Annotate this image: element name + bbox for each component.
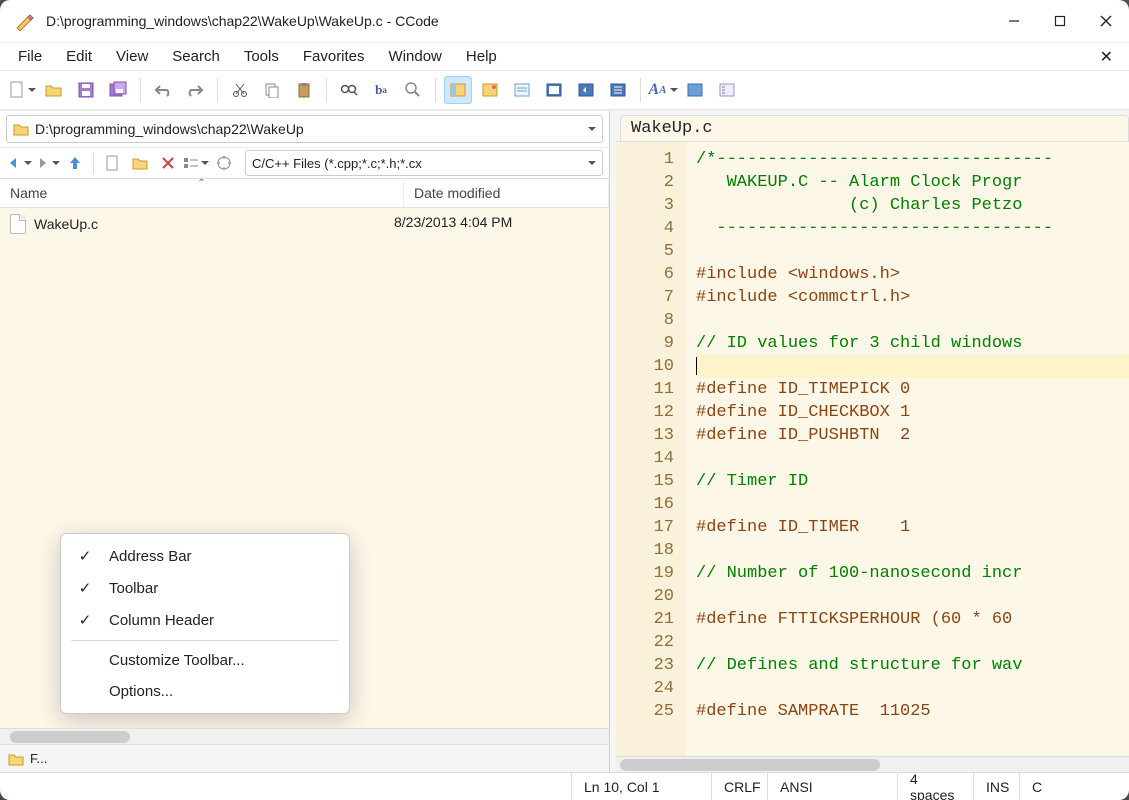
file-icon <box>10 214 26 234</box>
cm-customize-toolbar[interactable]: Customize Toolbar... <box>61 645 349 676</box>
find-button[interactable] <box>335 76 363 104</box>
status-encoding: ANSI <box>767 773 897 800</box>
nav-forward-button[interactable] <box>34 150 60 176</box>
file-list[interactable]: WakeUp.c 8/23/2013 4:04 PM ✓ Address Bar… <box>0 208 609 728</box>
editor-h-scrollbar[interactable] <box>616 756 1129 772</box>
status-position: Ln 10, Col 1 <box>571 773 711 800</box>
new-file-button[interactable] <box>8 76 36 104</box>
new-folder-nav-button[interactable] <box>127 150 153 176</box>
column-date[interactable]: Date modified <box>404 179 609 207</box>
context-menu: ✓ Address Bar ✓ Toolbar ✓ Column Header <box>60 533 350 714</box>
filter-text: C/C++ Files (*.cpp;*.c;*.h;*.cx <box>252 156 422 171</box>
menu-window[interactable]: Window <box>377 46 454 67</box>
save-button[interactable] <box>72 76 100 104</box>
status-language: C <box>1019 773 1129 800</box>
column-name[interactable]: ⌃ Name <box>0 179 404 207</box>
file-list-header[interactable]: ⌃ Name Date modified <box>0 178 609 208</box>
code-editor[interactable]: 1234567891011121314151617181920212223242… <box>616 142 1129 756</box>
file-explorer-pane: D:\programming_windows\chap22\WakeUp C/C… <box>0 111 610 772</box>
explorer-bottom-tabs: F... <box>0 744 609 772</box>
file-filter-dropdown[interactable]: C/C++ Files (*.cpp;*.c;*.h;*.cx <box>245 150 603 176</box>
font-style-button[interactable]: AA <box>649 76 677 104</box>
open-file-button[interactable] <box>40 76 68 104</box>
check-icon: ✓ <box>77 579 93 597</box>
bottom-tab-label[interactable]: F... <box>30 751 47 766</box>
file-name: WakeUp.c <box>34 216 98 232</box>
view-mode-button[interactable] <box>183 150 209 176</box>
line-number-gutter: 1234567891011121314151617181920212223242… <box>616 142 686 756</box>
cut-button[interactable] <box>226 76 254 104</box>
panel-button-1[interactable] <box>444 76 472 104</box>
editor-pane: WakeUp.c 1234567891011121314151617181920… <box>616 111 1129 772</box>
menu-search[interactable]: Search <box>160 46 232 67</box>
paste-button[interactable] <box>290 76 318 104</box>
panel-button-8[interactable] <box>713 76 741 104</box>
maximize-button[interactable] <box>1037 0 1083 42</box>
undo-button[interactable] <box>149 76 177 104</box>
cm-toolbar[interactable]: ✓ Toolbar <box>61 572 349 604</box>
menu-tools[interactable]: Tools <box>232 46 291 67</box>
document-close-icon[interactable]: ✕ <box>1090 45 1123 69</box>
window-title: D:\programming_windows\chap22\WakeUp\Wak… <box>46 13 439 29</box>
status-filler <box>0 773 571 800</box>
menu-help[interactable]: Help <box>454 46 509 67</box>
save-all-button[interactable] <box>104 76 132 104</box>
panel-button-5[interactable] <box>572 76 600 104</box>
nav-up-button[interactable] <box>62 150 88 176</box>
check-icon: ✓ <box>77 547 93 565</box>
code-area[interactable]: /*--------------------------------- WAKE… <box>686 142 1129 756</box>
redo-button[interactable] <box>181 76 209 104</box>
copy-button[interactable] <box>258 76 286 104</box>
menu-view[interactable]: View <box>104 46 160 67</box>
panel-button-6[interactable] <box>604 76 632 104</box>
panel-button-3[interactable] <box>508 76 536 104</box>
cm-column-header[interactable]: ✓ Column Header <box>61 604 349 636</box>
folder-icon <box>13 122 29 136</box>
titlebar: D:\programming_windows\chap22\WakeUp\Wak… <box>0 0 1129 42</box>
folder-tab-icon <box>8 752 24 766</box>
file-row[interactable]: WakeUp.c 8/23/2013 4:04 PM <box>0 208 609 240</box>
menubar: File Edit View Search Tools Favorites Wi… <box>0 42 1129 70</box>
address-bar[interactable]: D:\programming_windows\chap22\WakeUp <box>6 115 603 143</box>
menu-favorites[interactable]: Favorites <box>291 46 377 67</box>
target-button[interactable] <box>211 150 237 176</box>
address-dropdown-icon[interactable] <box>588 127 596 135</box>
explorer-nav-toolbar: C/C++ Files (*.cpp;*.c;*.h;*.cx <box>0 147 609 178</box>
address-path: D:\programming_windows\chap22\WakeUp <box>35 121 304 137</box>
find-in-files-button[interactable] <box>399 76 427 104</box>
editor-tab[interactable]: WakeUp.c <box>620 115 1129 141</box>
app-icon <box>12 9 36 33</box>
status-indent: 4 spaces <box>897 773 973 800</box>
file-date: 8/23/2013 4:04 PM <box>394 214 599 234</box>
delete-nav-button[interactable] <box>155 150 181 176</box>
panel-button-4[interactable] <box>540 76 568 104</box>
close-button[interactable] <box>1083 0 1129 42</box>
filter-caret-icon <box>588 161 596 169</box>
sort-indicator-icon: ⌃ <box>197 178 205 189</box>
check-icon: ✓ <box>77 611 93 629</box>
status-eol: CRLF <box>711 773 767 800</box>
cm-options[interactable]: Options... <box>61 676 349 707</box>
statusbar: Ln 10, Col 1 CRLF ANSI 4 spaces INS C <box>0 772 1129 800</box>
menu-file[interactable]: File <box>6 46 54 67</box>
main-toolbar: ba AA <box>0 70 1129 110</box>
new-file-nav-button[interactable] <box>99 150 125 176</box>
panel-button-2[interactable] <box>476 76 504 104</box>
context-menu-separator <box>71 640 339 641</box>
cm-address-bar[interactable]: ✓ Address Bar <box>61 540 349 572</box>
nav-back-button[interactable] <box>6 150 32 176</box>
panel-button-7[interactable] <box>681 76 709 104</box>
minimize-button[interactable] <box>991 0 1037 42</box>
status-insert: INS <box>973 773 1019 800</box>
replace-button[interactable]: ba <box>367 76 395 104</box>
explorer-h-scrollbar[interactable] <box>0 728 609 744</box>
menu-edit[interactable]: Edit <box>54 46 104 67</box>
